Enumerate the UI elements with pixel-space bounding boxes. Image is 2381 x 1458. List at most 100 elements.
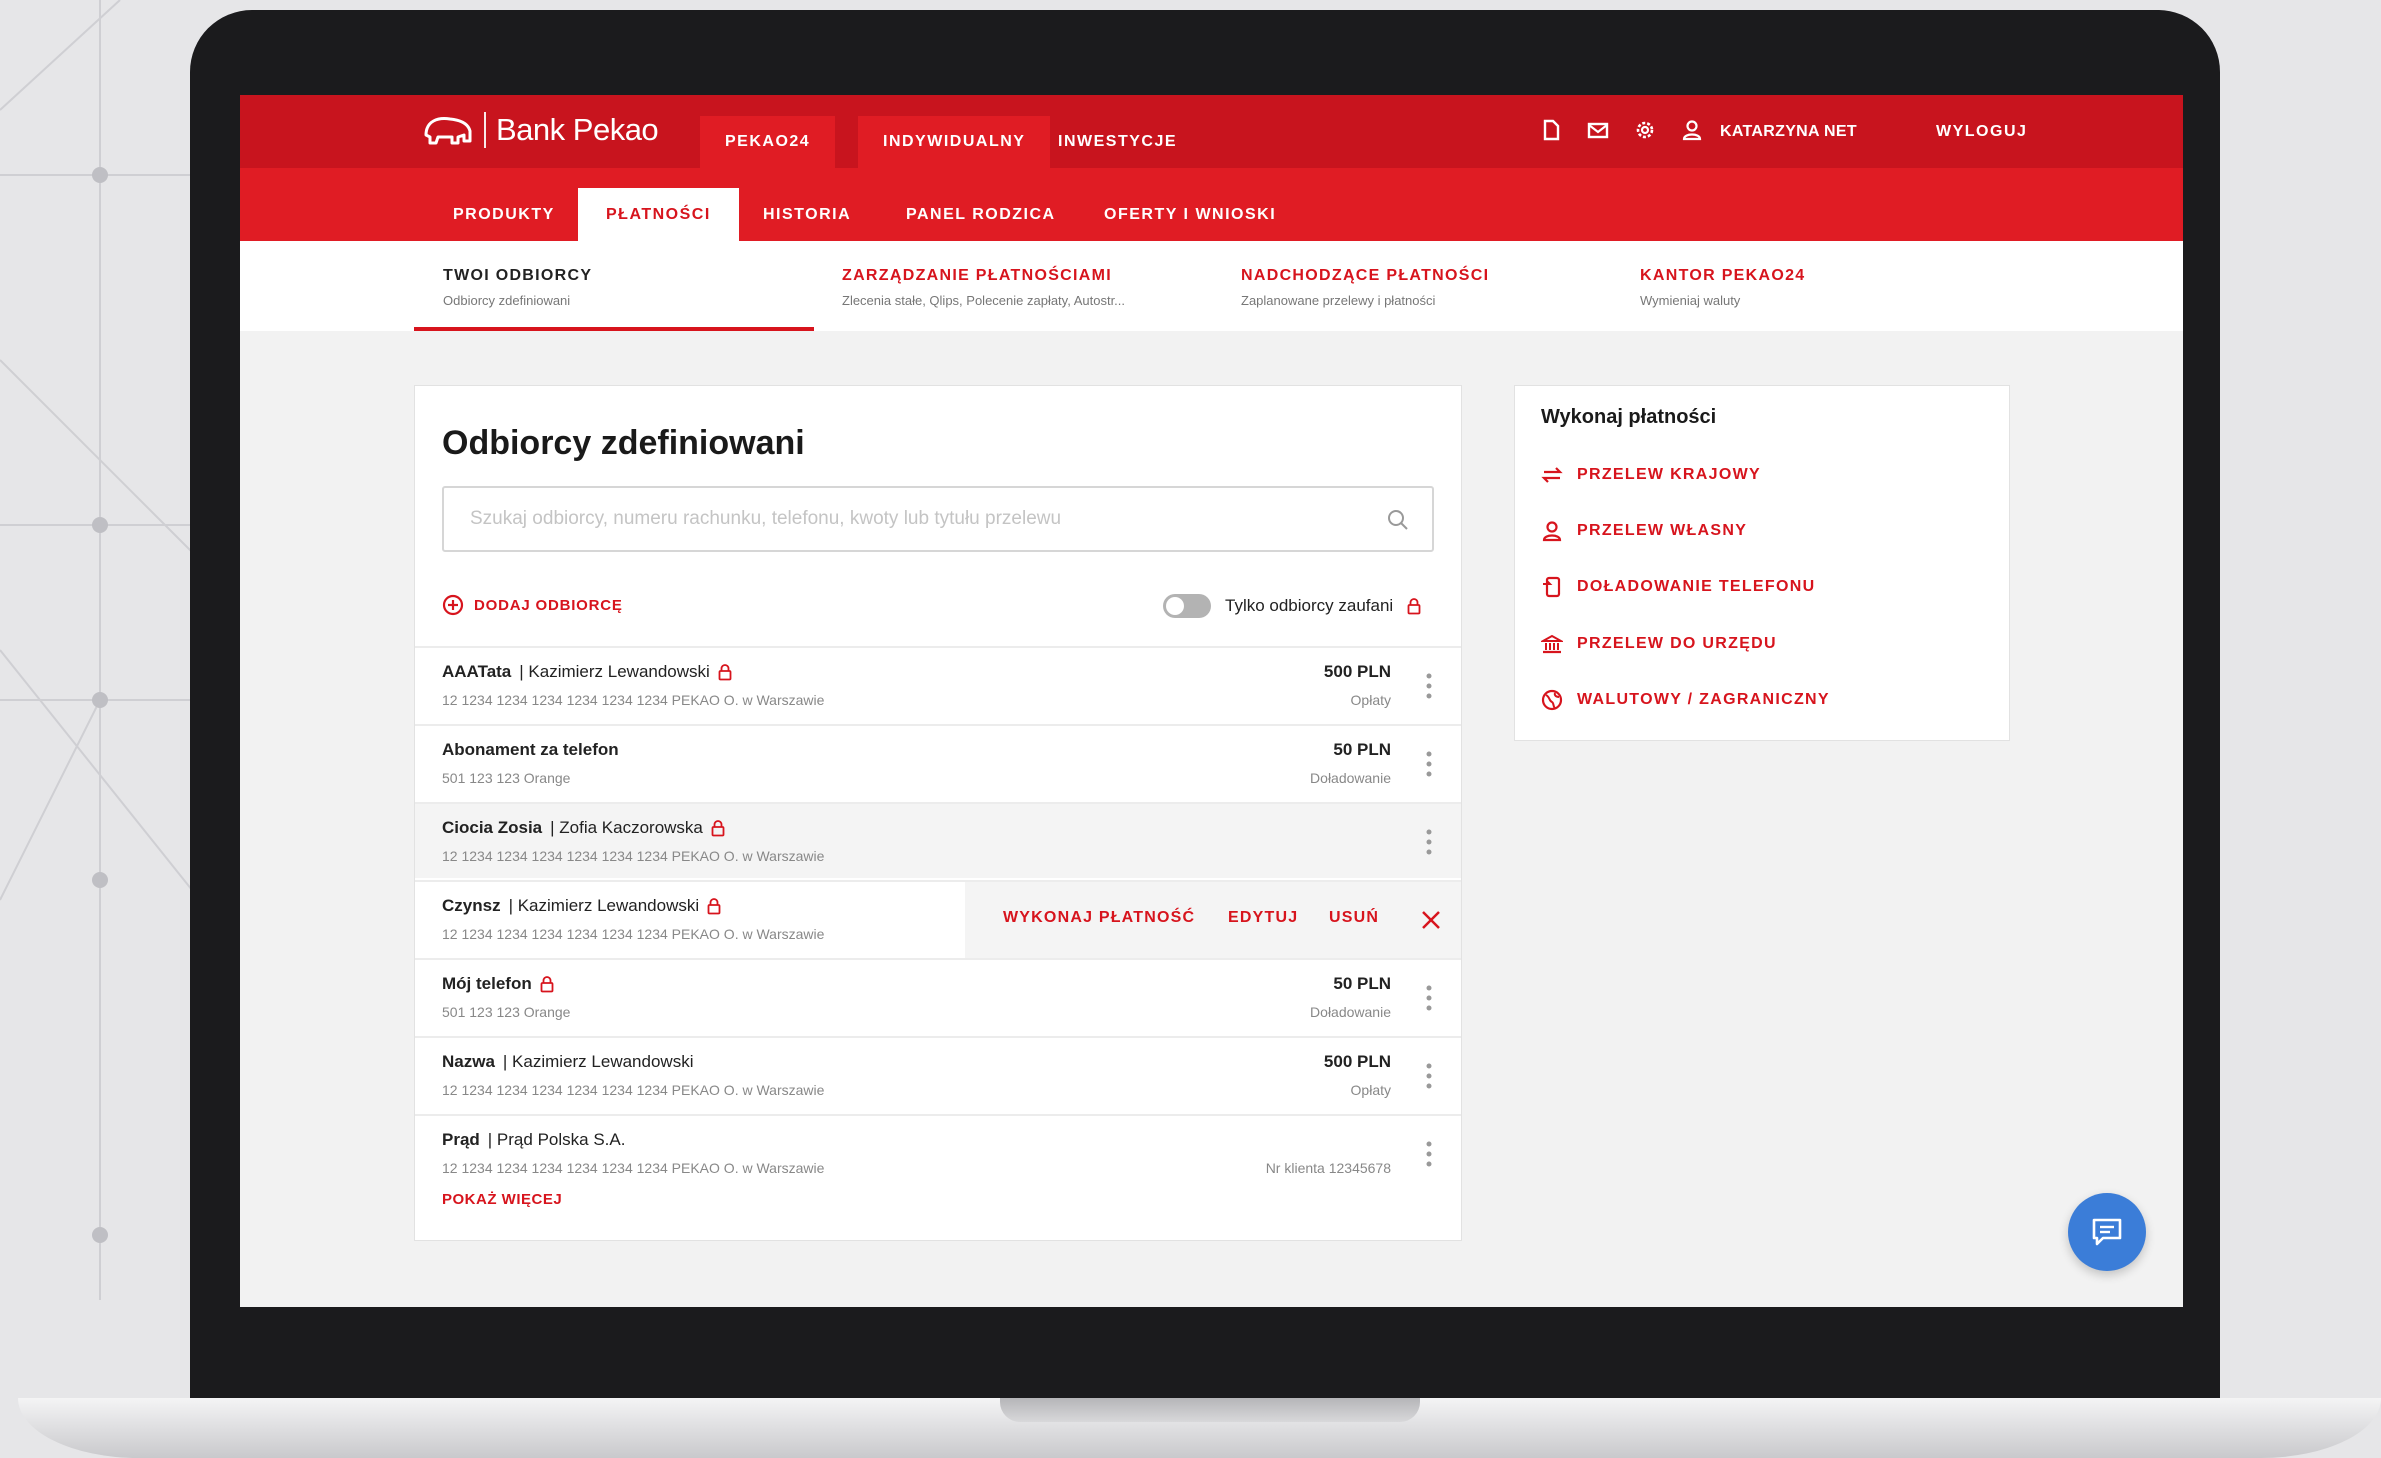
list-item[interactable]: Ciocia Zosia | Zofia Kaczorowska 12 1234 … <box>415 802 1461 878</box>
more-options-icon[interactable] <box>1425 1140 1433 1168</box>
tab-indywidualny-label: INDYWIDUALNY <box>883 133 1026 150</box>
section-nadchodzace-platnosci[interactable]: NADCHODZĄCE PŁATNOŚCI Zaplanowane przele… <box>1241 267 1489 308</box>
recipient-short-name: Czynsz <box>442 896 501 915</box>
more-options-icon[interactable] <box>1425 1062 1433 1090</box>
recipient-amount: 500 PLN <box>1323 1052 1391 1071</box>
more-options-icon[interactable] <box>1425 750 1433 778</box>
recipient-short-name: AAATata <box>442 662 512 681</box>
recipient-person: | Kazimierz Lewandowski <box>519 662 710 681</box>
more-options-icon[interactable] <box>1425 672 1433 700</box>
user-icon[interactable] <box>1681 119 1703 141</box>
quick-phone-topup[interactable]: DOŁADOWANIE TELEFONU <box>1541 576 1815 598</box>
tab-indywidualny[interactable]: INDYWIDUALNY <box>858 116 1051 168</box>
search-box <box>442 486 1434 552</box>
chat-icon <box>2092 1218 2122 1246</box>
quick-foreign-transfer[interactable]: WALUTOWY / ZAGRANICZNY <box>1541 689 1830 711</box>
lock-icon <box>1407 597 1421 614</box>
more-options-icon[interactable] <box>1425 828 1433 856</box>
section-kantor[interactable]: KANTOR PEKAO24 Wymieniaj waluty <box>1640 267 1806 308</box>
quick-item-label: PRZELEW WŁASNY <box>1577 522 1748 539</box>
tab-historia-label: HISTORIA <box>763 205 852 223</box>
quick-item-label: PRZELEW KRAJOWY <box>1577 466 1761 483</box>
gear-icon[interactable] <box>1634 119 1656 141</box>
chat-button[interactable] <box>2068 1193 2146 1271</box>
recipient-short-name: Mój telefon <box>442 974 532 993</box>
recipient-name: Abonament za telefon <box>442 740 619 760</box>
section-title: NADCHODZĄCE PŁATNOŚCI <box>1241 267 1490 284</box>
tab-pekao24[interactable]: PEKAO24 <box>700 116 836 168</box>
mail-icon[interactable] <box>1587 119 1609 141</box>
quick-payments-card: Wykonaj płatności PRZELEW KRAJOWY PRZELE… <box>1514 385 2010 741</box>
add-recipient-label: DODAJ ODBIORCĘ <box>474 596 623 614</box>
show-more-link[interactable]: POKAŻ WIĘCEJ <box>442 1191 562 1208</box>
recipient-account: 12 1234 1234 1234 1234 1234 1234 PEKAO O… <box>442 848 825 864</box>
tab-inwestycje[interactable]: INWESTYCJE <box>1033 116 1202 168</box>
quick-office-transfer[interactable]: PRZELEW DO URZĘDU <box>1541 633 1777 655</box>
section-subtitle: Zaplanowane przelewy i płatności <box>1241 293 1436 308</box>
more-options-icon[interactable] <box>1425 984 1433 1012</box>
delete-button[interactable]: USUŃ <box>1329 909 1379 927</box>
list-item[interactable]: Mój telefon 501 123 123 Orange 50 PLN Do… <box>415 958 1461 1034</box>
row-actions: WYKONAJ PŁATNOŚĆ EDYTUJ USUŃ <box>965 882 1461 958</box>
lock-icon <box>540 975 554 992</box>
laptop-notch <box>1000 1398 1420 1422</box>
recipient-person: | Kazimierz Lewandowski <box>508 896 700 915</box>
edit-button[interactable]: EDYTUJ <box>1228 909 1298 927</box>
brand-logo[interactable]: Bank Pekao <box>422 111 659 149</box>
tab-panel-rodzica-label: PANEL RODZICA <box>906 205 1056 223</box>
section-title: KANTOR PEKAO24 <box>1640 267 1806 284</box>
quick-item-label: DOŁADOWANIE TELEFONU <box>1577 578 1816 595</box>
trusted-only-toggle[interactable]: Tylko odbiorcy zaufani <box>1163 594 1421 618</box>
tab-panel-rodzica[interactable]: PANEL RODZICA <box>878 188 1084 241</box>
toggle-label: Tylko odbiorcy zaufani <box>1225 596 1394 615</box>
document-icon[interactable] <box>1540 119 1562 141</box>
quick-domestic-transfer[interactable]: PRZELEW KRAJOWY <box>1541 464 1761 486</box>
active-section-underline <box>414 327 814 331</box>
search-input[interactable] <box>470 508 1370 530</box>
tab-oferty-i-wnioski[interactable]: OFERTY I WNIOSKI <box>1076 188 1304 241</box>
toggle-knob <box>1166 597 1184 615</box>
recipient-short-name: Ciocia Zosia <box>442 818 543 837</box>
bison-logo-icon <box>424 117 472 145</box>
add-recipient-button[interactable]: DODAJ ODBIORCĘ <box>442 594 623 616</box>
phone-topup-icon <box>1543 576 1561 598</box>
logout-button[interactable]: WYLOGUJ <box>1936 123 2027 141</box>
recipient-client-number: Nr klienta 12345678 <box>1265 1160 1391 1174</box>
recipient-amount-type: Doładowanie <box>1310 1004 1391 1020</box>
globe-icon <box>1541 689 1563 711</box>
section-twoi-odbiorcy[interactable]: TWOI ODBIORCY Odbiorcy zdefiniowani <box>443 267 592 308</box>
brand-name: Bank Pekao <box>496 112 659 147</box>
list-item[interactable]: Abonament za telefon 501 123 123 Orange … <box>415 724 1461 800</box>
list-item-expanded[interactable]: Czynsz | Kazimierz Lewandowski 12 1234 12… <box>415 880 1461 958</box>
logo-separator <box>484 112 486 148</box>
tab-oferty-label: OFERTY I WNIOSKI <box>1104 205 1277 223</box>
recipient-person: | Kazimierz Lewandowski <box>502 1052 694 1071</box>
recipient-amount-type: Opłaty <box>1350 692 1391 708</box>
list-item[interactable]: Prąd | Prąd Polska S.A. 12 1234 1234 1234… <box>415 1114 1461 1174</box>
search-icon[interactable] <box>1386 508 1410 532</box>
section-subtitle: Wymieniaj waluty <box>1640 293 1741 308</box>
payments-nav-bar: PRODUKTY PŁATNOŚCI HISTORIA PANEL RODZIC… <box>240 168 2183 241</box>
recipient-amount-type: Doładowanie <box>1310 770 1391 786</box>
recipient-amount: 50 PLN <box>1333 740 1391 759</box>
quick-own-transfer[interactable]: PRZELEW WŁASNY <box>1541 520 1747 542</box>
recipient-amount-type: Opłaty <box>1350 1082 1391 1098</box>
tab-produkty[interactable]: PRODUKTY <box>425 188 583 241</box>
pay-button[interactable]: WYKONAJ PŁATNOŚĆ <box>1003 909 1195 927</box>
list-item[interactable]: Nazwa | Kazimierz Lewandowski 12 1234 123… <box>415 1036 1461 1112</box>
section-zarzadzanie-platnosciami[interactable]: ZARZĄDZANIE PŁATNOŚCIAMI Zlecenia stałe,… <box>842 267 1125 308</box>
quick-item-label: WALUTOWY / ZAGRANICZNY <box>1577 691 1830 708</box>
recipient-account: 12 1234 1234 1234 1234 1234 1234 PEKAO O… <box>442 1160 825 1174</box>
recipient-name: Mój telefon <box>442 974 554 994</box>
tab-platnosci[interactable]: PŁATNOŚCI <box>578 188 739 241</box>
bank-building-icon <box>1541 634 1563 654</box>
plus-circle-icon <box>442 594 464 616</box>
recipient-amount: 50 PLN <box>1333 974 1391 993</box>
toggle-switch[interactable] <box>1163 594 1211 618</box>
list-item[interactable]: AAATata | Kazimierz Lewandowski 12 1234 1… <box>415 646 1461 722</box>
tab-historia[interactable]: HISTORIA <box>735 188 879 241</box>
user-name[interactable]: KATARZYNA NET <box>1720 123 1857 141</box>
tab-pekao24-label: PEKAO24 <box>725 133 811 150</box>
close-icon[interactable] <box>1419 908 1443 932</box>
recipient-name: Ciocia Zosia | Zofia Kaczorowska <box>442 818 725 838</box>
